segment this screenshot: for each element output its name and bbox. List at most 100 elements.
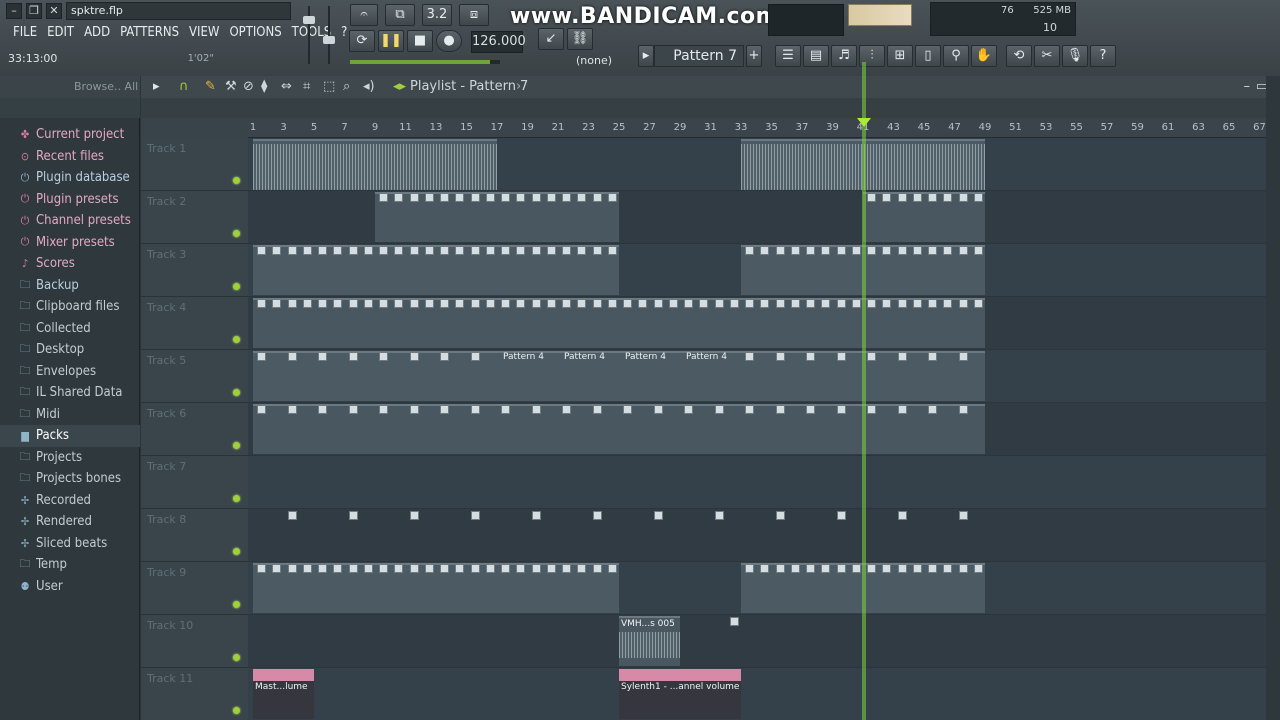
- pattern-clip[interactable]: [424, 246, 434, 255]
- pattern-clip[interactable]: [897, 299, 907, 308]
- pattern-clip[interactable]: [470, 299, 480, 308]
- pattern-clip[interactable]: [577, 246, 587, 255]
- pattern-clip[interactable]: [836, 511, 846, 520]
- pattern-clip[interactable]: [867, 299, 876, 308]
- pattern-clip[interactable]: [379, 352, 388, 361]
- pattern-clip[interactable]: [531, 405, 541, 414]
- pattern-clip[interactable]: [501, 564, 510, 573]
- pattern-clip[interactable]: [928, 299, 937, 308]
- pattern-clip[interactable]: [928, 246, 937, 255]
- pattern-clip[interactable]: [851, 246, 861, 255]
- pattern-clip[interactable]: [897, 193, 907, 202]
- master-pitch-slider[interactable]: [320, 6, 338, 66]
- track-header[interactable]: Track 2: [141, 191, 248, 244]
- pattern-clip[interactable]: [363, 564, 373, 573]
- browser-item-il-shared-data[interactable]: 🗀 IL Shared Data: [0, 382, 140, 404]
- pattern-clip[interactable]: [607, 299, 617, 308]
- pattern-clip[interactable]: [958, 193, 968, 202]
- pattern-clip[interactable]: [912, 564, 922, 573]
- pattern-clip[interactable]: [653, 511, 663, 520]
- record-button[interactable]: ●: [436, 30, 462, 52]
- pattern-clip[interactable]: [958, 405, 968, 414]
- pattern-clip[interactable]: [760, 564, 770, 573]
- pattern-clip[interactable]: [318, 405, 327, 414]
- pattern-clip[interactable]: [485, 564, 495, 573]
- pattern-clip[interactable]: [257, 564, 266, 573]
- browser-item-envelopes[interactable]: 🗀 Envelopes: [0, 361, 140, 383]
- track-lane[interactable]: Pattern 4 Pattern 4 Pattern 4 Pattern 4: [248, 350, 1280, 403]
- piano-roll-icon[interactable]: ♬: [831, 45, 857, 67]
- microphone-icon[interactable]: 🎙: [1062, 45, 1088, 67]
- track-header[interactable]: Track 8: [141, 509, 248, 562]
- pattern-clip[interactable]: [440, 405, 449, 414]
- browser-item-midi[interactable]: 🗀 Midi: [0, 404, 140, 426]
- pattern-clip[interactable]: [440, 246, 449, 255]
- pattern-clip[interactable]: [287, 352, 297, 361]
- pattern-clip[interactable]: [882, 246, 892, 255]
- pattern-clip[interactable]: [958, 299, 968, 308]
- pattern-clip[interactable]: [287, 299, 297, 308]
- pattern-clip[interactable]: [440, 352, 449, 361]
- step-edit-icon[interactable]: ⧈: [459, 4, 489, 26]
- pattern-clip[interactable]: [257, 299, 266, 308]
- pattern-selector[interactable]: Pattern 7: [654, 45, 744, 67]
- track-header[interactable]: Track 7: [141, 456, 248, 509]
- pattern-clip[interactable]: [516, 564, 526, 573]
- audio-clip[interactable]: VMH...s 005: [619, 616, 680, 666]
- browser-item-channel-presets[interactable]: ⏻ Channel presets: [0, 210, 140, 232]
- song-position-slider[interactable]: [350, 60, 500, 64]
- browser-item-recent-files[interactable]: ⊙ Recent files: [0, 146, 140, 168]
- pattern-clip[interactable]: [714, 511, 724, 520]
- pattern-clip[interactable]: [257, 352, 266, 361]
- minimize-button[interactable]: –: [6, 3, 22, 19]
- zoom-icon[interactable]: ⌕: [343, 76, 350, 98]
- browser-item-desktop[interactable]: 🗀 Desktop: [0, 339, 140, 361]
- pattern-clip[interactable]: [409, 193, 419, 202]
- pattern-clip[interactable]: [318, 299, 327, 308]
- pattern-clip[interactable]: [562, 246, 571, 255]
- pattern-4-clip-label[interactable]: Pattern 4: [625, 352, 666, 362]
- pattern-clip[interactable]: [867, 405, 876, 414]
- tools-icon[interactable]: ✂: [1034, 45, 1060, 67]
- track-mute-led-icon[interactable]: [233, 177, 240, 184]
- browser-item-scores[interactable]: ♪ Scores: [0, 253, 140, 275]
- pattern-clip[interactable]: [607, 246, 617, 255]
- menu-view[interactable]: VIEW: [184, 24, 224, 42]
- pattern-clip[interactable]: [363, 246, 373, 255]
- pattern-clip[interactable]: [699, 299, 709, 308]
- metronome-icon[interactable]: 𝄐: [350, 4, 378, 26]
- sync-icon[interactable]: ⟲: [1006, 45, 1032, 67]
- pattern-clip[interactable]: [333, 564, 343, 573]
- pattern-clip[interactable]: [546, 246, 556, 255]
- pattern-clip[interactable]: [592, 246, 602, 255]
- pattern-clip[interactable]: [653, 299, 663, 308]
- pattern-clip[interactable]: [455, 246, 465, 255]
- pattern-clip[interactable]: [394, 193, 404, 202]
- snap-selector[interactable]: (none): [564, 52, 624, 70]
- track-mute-led-icon[interactable]: [233, 654, 240, 661]
- pattern-clip[interactable]: [272, 299, 282, 308]
- pattern-clip[interactable]: [668, 299, 678, 308]
- pattern-clip[interactable]: [806, 352, 815, 361]
- pattern-clip[interactable]: [607, 193, 617, 202]
- track-mute-led-icon[interactable]: [233, 601, 240, 608]
- slip-icon[interactable]: ⇔: [281, 76, 292, 98]
- pattern-clip[interactable]: [440, 193, 449, 202]
- pattern-4-clip-label[interactable]: Pattern 4: [686, 352, 727, 362]
- browser-item-recorded[interactable]: ✢ Recorded: [0, 490, 140, 512]
- pattern-clip[interactable]: [394, 564, 404, 573]
- pattern-clip[interactable]: [821, 299, 831, 308]
- pattern-clip[interactable]: [821, 564, 831, 573]
- pattern-clip[interactable]: [790, 564, 800, 573]
- pause-button[interactable]: ❚❚: [378, 30, 404, 52]
- pattern-clip[interactable]: [562, 564, 571, 573]
- pattern-clip[interactable]: [958, 352, 968, 361]
- pattern-clip[interactable]: [760, 299, 770, 308]
- countdown-icon[interactable]: 3.2: [422, 4, 452, 26]
- playhead-marker-icon[interactable]: [857, 118, 871, 127]
- pattern-clip[interactable]: [943, 193, 953, 202]
- pattern-clip[interactable]: [379, 299, 388, 308]
- pattern-clip[interactable]: [958, 564, 968, 573]
- browser-filter-label[interactable]: Browse.. All: [4, 80, 138, 93]
- pattern-clip[interactable]: [409, 299, 419, 308]
